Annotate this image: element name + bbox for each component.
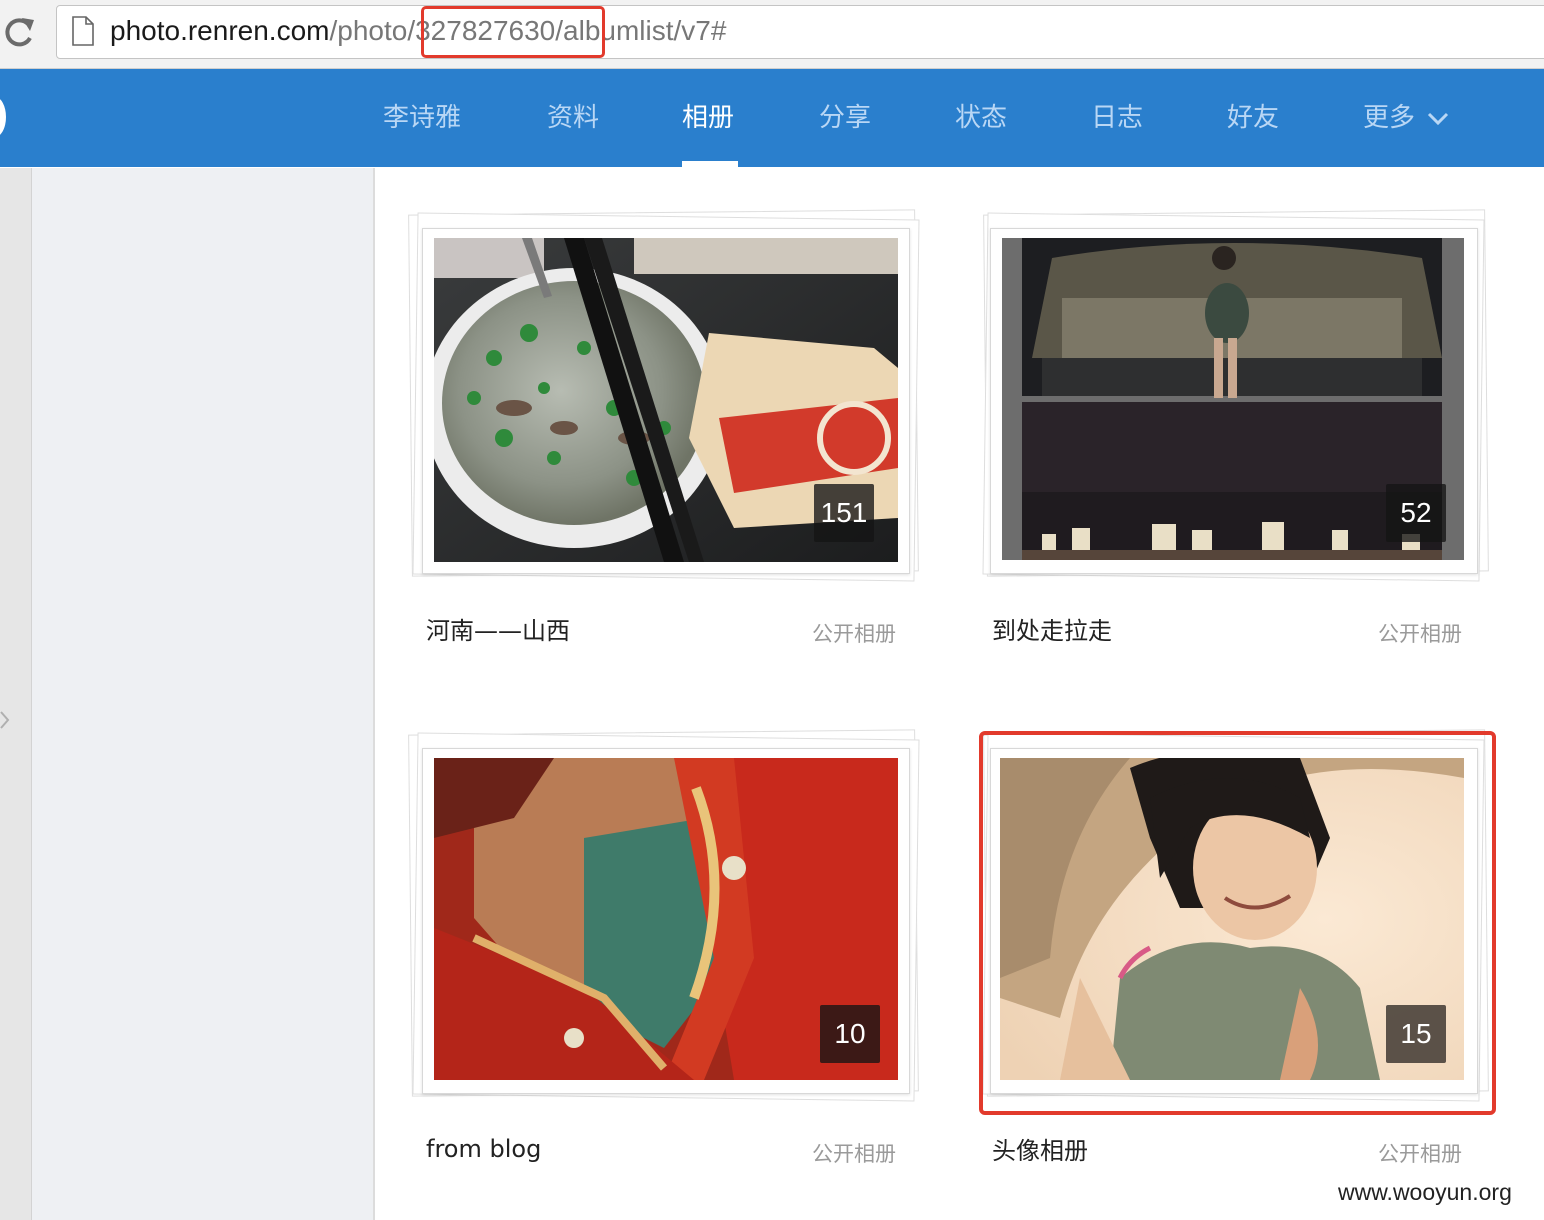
- nav-item-friends[interactable]: 好友: [1227, 100, 1279, 136]
- photo-count-badge: 10: [820, 1005, 880, 1063]
- profile-nav-bar: 李诗雅 资料 相册 分享 状态 日志 好友 更多: [0, 69, 1544, 167]
- nav-item-albums[interactable]: 相册: [682, 100, 734, 136]
- url-text[interactable]: photo.renren.com/photo/327827630/albumli…: [110, 13, 726, 49]
- album-title[interactable]: from blog: [426, 1132, 541, 1166]
- left-sidebar: [32, 168, 375, 1220]
- left-collapse-strip[interactable]: [0, 168, 32, 1220]
- chevron-down-icon[interactable]: [1427, 111, 1449, 127]
- nav-item-shares[interactable]: 分享: [819, 100, 871, 136]
- album-title[interactable]: 头像相册: [992, 1134, 1088, 1168]
- reload-icon[interactable]: [0, 10, 40, 54]
- album-title[interactable]: 到处走拉走: [992, 614, 1112, 648]
- active-tab-indicator: [682, 161, 738, 167]
- logo[interactable]: [0, 97, 6, 137]
- nav-item-name[interactable]: 李诗雅: [383, 100, 461, 136]
- browser-address-bar: photo.renren.com/photo/327827630/albumli…: [0, 0, 1544, 69]
- watermark: www.wooyun.org: [1338, 1179, 1512, 1205]
- album-highlight-box: [979, 731, 1496, 1115]
- nav-item-blog[interactable]: 日志: [1091, 100, 1143, 136]
- album-title[interactable]: 河南——山西: [426, 614, 570, 648]
- url-host: photo.renren.com: [110, 15, 330, 46]
- page-icon: [72, 16, 94, 46]
- user-id-highlight: [421, 6, 605, 58]
- album-privacy: 公开相册: [812, 1142, 896, 1166]
- nav-item-profile[interactable]: 资料: [547, 100, 599, 136]
- album-privacy: 公开相册: [812, 622, 896, 646]
- photo-count-badge: 151: [814, 484, 874, 542]
- nav-item-status[interactable]: 状态: [955, 100, 1007, 136]
- nav-item-more[interactable]: 更多: [1363, 100, 1415, 136]
- album-privacy: 公开相册: [1378, 622, 1462, 646]
- album-privacy: 公开相册: [1378, 1142, 1462, 1166]
- photo-count-badge: 52: [1386, 484, 1446, 542]
- chevron-right-icon[interactable]: [0, 710, 10, 730]
- url-path: /photo: [329, 15, 408, 46]
